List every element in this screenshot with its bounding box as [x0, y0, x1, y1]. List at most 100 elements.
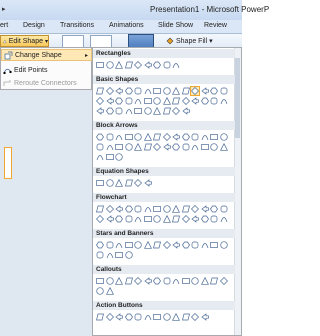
shape-option[interactable]: [210, 205, 218, 213]
shape-option[interactable]: [124, 277, 133, 285]
shape-option[interactable]: [162, 214, 171, 223]
shape-option[interactable]: [124, 241, 133, 249]
shape-option[interactable]: [124, 133, 133, 141]
shape-option[interactable]: [105, 97, 114, 105]
shape-option[interactable]: [191, 133, 199, 141]
shape-option[interactable]: [153, 87, 161, 95]
shape-option[interactable]: [134, 107, 142, 115]
shape-option[interactable]: [143, 97, 152, 105]
shape-option[interactable]: [210, 215, 218, 223]
shape-option[interactable]: [96, 143, 104, 151]
shape-option[interactable]: [144, 205, 152, 213]
shape-option[interactable]: [163, 277, 171, 285]
shape-option[interactable]: [105, 215, 114, 223]
shape-option[interactable]: [162, 143, 171, 151]
shape-option[interactable]: [172, 241, 180, 249]
shape-option[interactable]: [153, 215, 161, 223]
shape-option[interactable]: [190, 86, 200, 96]
shape-option[interactable]: [153, 133, 161, 141]
shape-option[interactable]: [181, 107, 190, 115]
shape-option[interactable]: [105, 286, 114, 295]
shape-option[interactable]: [115, 143, 123, 151]
shape-fill-button[interactable]: Shape Fill ▾: [166, 37, 213, 45]
shape-option[interactable]: [96, 251, 104, 259]
shape-option[interactable]: [96, 313, 104, 321]
shape-option[interactable]: [96, 179, 104, 187]
shape-option[interactable]: [115, 60, 123, 69]
shape-option[interactable]: [153, 97, 161, 105]
shape-option[interactable]: [153, 143, 161, 151]
shape-option[interactable]: [134, 97, 142, 105]
shape-option[interactable]: [172, 61, 180, 69]
shape-option[interactable]: [210, 143, 218, 151]
shape-option[interactable]: [200, 87, 209, 95]
shape-option[interactable]: [201, 241, 209, 249]
shape-option[interactable]: [210, 241, 218, 249]
shape-option[interactable]: [105, 277, 114, 285]
shape-option[interactable]: [172, 204, 180, 213]
shape-option[interactable]: [144, 313, 152, 321]
shape-option[interactable]: [115, 133, 123, 141]
shape-option[interactable]: [115, 215, 123, 223]
shape-option[interactable]: [143, 179, 152, 187]
shape-option[interactable]: [181, 215, 190, 223]
shape-option[interactable]: [124, 205, 133, 213]
shape-option[interactable]: [124, 313, 133, 321]
shape-option[interactable]: [143, 61, 152, 69]
shape-option[interactable]: [125, 215, 133, 223]
slide-thumbnail[interactable]: [4, 147, 12, 179]
shape-option[interactable]: [105, 107, 114, 115]
shape-option[interactable]: [143, 277, 152, 285]
shape-option[interactable]: [172, 312, 180, 321]
shape-option[interactable]: [143, 107, 152, 115]
shape-option[interactable]: [162, 241, 171, 249]
shape-option[interactable]: [220, 87, 228, 95]
shape-option[interactable]: [191, 97, 199, 105]
shape-option[interactable]: [172, 215, 180, 223]
shape-option[interactable]: [96, 107, 104, 115]
shape-option[interactable]: [105, 61, 114, 69]
shape-option[interactable]: [210, 277, 218, 285]
shape-option[interactable]: [153, 277, 161, 285]
shape-option[interactable]: [115, 276, 123, 285]
shape-option[interactable]: [210, 87, 218, 95]
shape-option[interactable]: [162, 313, 171, 321]
shape-option[interactable]: [96, 87, 104, 95]
shape-option[interactable]: [181, 87, 190, 95]
shape-option[interactable]: [181, 313, 190, 321]
shape-option[interactable]: [201, 133, 209, 141]
shape-option[interactable]: [115, 313, 123, 321]
shape-option[interactable]: [124, 87, 133, 95]
shape-option[interactable]: [191, 143, 199, 151]
shape-option[interactable]: [181, 241, 190, 249]
shape-option[interactable]: [96, 205, 104, 213]
shape-option[interactable]: [200, 276, 209, 285]
shape-option[interactable]: [115, 251, 123, 259]
shape-option[interactable]: [172, 107, 180, 115]
shape-option[interactable]: [143, 240, 152, 249]
shape-option[interactable]: [134, 215, 142, 223]
tab-animations[interactable]: Animations: [109, 22, 144, 29]
shape-option[interactable]: [115, 107, 123, 115]
shape-option[interactable]: [191, 205, 199, 213]
shape-option[interactable]: [210, 97, 218, 105]
shape-option[interactable]: [144, 87, 152, 95]
shape-option[interactable]: [191, 277, 199, 285]
shape-option[interactable]: [220, 205, 228, 213]
shape-option[interactable]: [96, 153, 104, 161]
shape-option[interactable]: [172, 277, 180, 285]
gallery-scrollbar[interactable]: [234, 48, 241, 335]
shape-option[interactable]: [162, 96, 171, 105]
tab-ert[interactable]: ert: [0, 22, 8, 29]
tab-review[interactable]: Review: [204, 22, 227, 29]
shape-option[interactable]: [115, 97, 123, 105]
shape-option[interactable]: [172, 143, 180, 151]
shape-option[interactable]: [200, 97, 209, 105]
shape-option[interactable]: [106, 133, 114, 141]
shape-option[interactable]: [124, 251, 133, 259]
shape-option[interactable]: [143, 215, 152, 223]
shape-option[interactable]: [220, 97, 228, 105]
shape-option[interactable]: [162, 133, 171, 141]
shape-option[interactable]: [115, 153, 123, 161]
shape-option[interactable]: [134, 205, 142, 213]
